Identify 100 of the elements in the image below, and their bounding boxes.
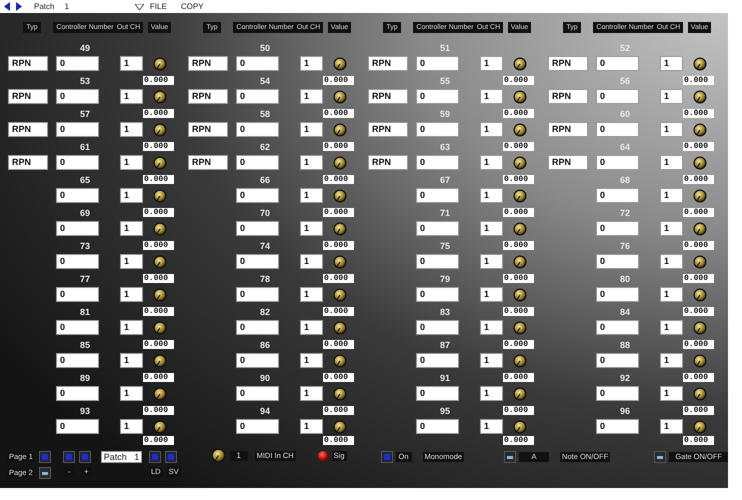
controller-number-field[interactable]: 0 bbox=[236, 254, 279, 269]
type-field[interactable]: RPN bbox=[8, 89, 48, 104]
controller-number-field[interactable]: 0 bbox=[416, 386, 459, 401]
controller-number-field[interactable]: 0 bbox=[416, 221, 459, 236]
type-field[interactable]: RPN bbox=[8, 122, 48, 137]
controller-number-field[interactable]: 0 bbox=[416, 353, 459, 368]
controller-number-field[interactable]: 0 bbox=[56, 353, 99, 368]
out-channel-field[interactable]: 1 bbox=[660, 221, 683, 236]
type-field[interactable]: RPN bbox=[548, 56, 588, 71]
controller-number-field[interactable]: 0 bbox=[56, 386, 99, 401]
controller-number-field[interactable]: 0 bbox=[236, 320, 279, 335]
out-channel-field[interactable]: 1 bbox=[120, 287, 143, 302]
out-channel-field[interactable]: 1 bbox=[300, 287, 323, 302]
menu-item[interactable]: FILE bbox=[150, 2, 167, 11]
out-channel-field[interactable]: 1 bbox=[480, 155, 503, 170]
controller-number-field[interactable]: 0 bbox=[56, 419, 99, 434]
controller-number-field[interactable]: 0 bbox=[416, 320, 459, 335]
type-field[interactable]: RPN bbox=[368, 122, 408, 137]
out-channel-field[interactable]: 1 bbox=[300, 56, 323, 71]
out-channel-field[interactable]: 1 bbox=[480, 320, 503, 335]
controller-number-field[interactable]: 0 bbox=[56, 122, 99, 137]
controller-number-field[interactable]: 0 bbox=[596, 320, 639, 335]
out-channel-field[interactable]: 1 bbox=[480, 122, 503, 137]
out-channel-field[interactable]: 1 bbox=[300, 320, 323, 335]
out-channel-field[interactable]: 1 bbox=[480, 287, 503, 302]
type-field[interactable]: RPN bbox=[368, 56, 408, 71]
controller-number-field[interactable]: 0 bbox=[416, 122, 459, 137]
out-channel-field[interactable]: 1 bbox=[120, 155, 143, 170]
out-channel-field[interactable]: 1 bbox=[120, 254, 143, 269]
out-channel-field[interactable]: 1 bbox=[300, 89, 323, 104]
out-channel-field[interactable]: 1 bbox=[120, 56, 143, 71]
out-channel-field[interactable]: 1 bbox=[480, 386, 503, 401]
out-channel-field[interactable]: 1 bbox=[300, 419, 323, 434]
out-channel-field[interactable]: 1 bbox=[660, 353, 683, 368]
controller-number-field[interactable]: 0 bbox=[596, 386, 639, 401]
controller-number-field[interactable]: 0 bbox=[596, 254, 639, 269]
out-channel-field[interactable]: 1 bbox=[480, 254, 503, 269]
out-channel-field[interactable]: 1 bbox=[120, 89, 143, 104]
controller-number-field[interactable]: 0 bbox=[56, 89, 99, 104]
out-channel-field[interactable]: 1 bbox=[300, 386, 323, 401]
controller-number-field[interactable]: 0 bbox=[416, 254, 459, 269]
controller-number-field[interactable]: 0 bbox=[236, 122, 279, 137]
controller-number-field[interactable]: 0 bbox=[596, 188, 639, 203]
controller-number-field[interactable]: 0 bbox=[416, 419, 459, 434]
out-channel-field[interactable]: 1 bbox=[480, 89, 503, 104]
out-channel-field[interactable]: 1 bbox=[300, 254, 323, 269]
out-channel-field[interactable]: 1 bbox=[660, 254, 683, 269]
out-channel-field[interactable]: 1 bbox=[660, 122, 683, 137]
controller-number-field[interactable]: 0 bbox=[416, 155, 459, 170]
controller-number-field[interactable]: 0 bbox=[596, 155, 639, 170]
controller-number-field[interactable]: 0 bbox=[236, 221, 279, 236]
out-channel-field[interactable]: 1 bbox=[300, 188, 323, 203]
out-channel-field[interactable]: 1 bbox=[120, 419, 143, 434]
controller-number-field[interactable]: 0 bbox=[56, 287, 99, 302]
out-channel-field[interactable]: 1 bbox=[120, 188, 143, 203]
out-channel-field[interactable]: 1 bbox=[480, 56, 503, 71]
out-channel-field[interactable]: 1 bbox=[120, 386, 143, 401]
controller-number-field[interactable]: 0 bbox=[596, 56, 639, 71]
controller-number-field[interactable]: 0 bbox=[596, 89, 639, 104]
controller-number-field[interactable]: 0 bbox=[56, 56, 99, 71]
controller-number-field[interactable]: 0 bbox=[236, 188, 279, 203]
controller-number-field[interactable]: 0 bbox=[416, 89, 459, 104]
controller-number-field[interactable]: 0 bbox=[236, 155, 279, 170]
controller-number-field[interactable]: 0 bbox=[596, 419, 639, 434]
type-field[interactable]: RPN bbox=[188, 155, 228, 170]
menu-item[interactable]: COPY bbox=[180, 2, 204, 11]
type-field[interactable]: RPN bbox=[188, 122, 228, 137]
controller-number-field[interactable]: 0 bbox=[236, 89, 279, 104]
type-field[interactable]: RPN bbox=[368, 89, 408, 104]
out-channel-field[interactable]: 1 bbox=[300, 155, 323, 170]
out-channel-field[interactable]: 1 bbox=[300, 221, 323, 236]
controller-number-field[interactable]: 0 bbox=[56, 221, 99, 236]
out-channel-field[interactable]: 1 bbox=[300, 122, 323, 137]
controller-number-field[interactable]: 0 bbox=[416, 287, 459, 302]
controller-number-field[interactable]: 0 bbox=[596, 221, 639, 236]
controller-number-field[interactable]: 0 bbox=[56, 254, 99, 269]
out-channel-field[interactable]: 1 bbox=[660, 287, 683, 302]
controller-number-field[interactable]: 0 bbox=[236, 419, 279, 434]
controller-number-field[interactable]: 0 bbox=[56, 320, 99, 335]
out-channel-field[interactable]: 1 bbox=[120, 122, 143, 137]
type-field[interactable]: RPN bbox=[548, 89, 588, 104]
controller-number-field[interactable]: 0 bbox=[236, 287, 279, 302]
controller-number-field[interactable]: 0 bbox=[416, 188, 459, 203]
controller-number-field[interactable]: 0 bbox=[416, 56, 459, 71]
controller-number-field[interactable]: 0 bbox=[596, 287, 639, 302]
out-channel-field[interactable]: 1 bbox=[660, 56, 683, 71]
out-channel-field[interactable]: 1 bbox=[660, 155, 683, 170]
out-channel-field[interactable]: 1 bbox=[660, 188, 683, 203]
out-channel-field[interactable]: 1 bbox=[660, 89, 683, 104]
type-field[interactable]: RPN bbox=[188, 56, 228, 71]
type-field[interactable]: RPN bbox=[368, 155, 408, 170]
controller-number-field[interactable]: 0 bbox=[56, 188, 99, 203]
type-field[interactable]: RPN bbox=[8, 56, 48, 71]
controller-number-field[interactable]: 0 bbox=[56, 155, 99, 170]
out-channel-field[interactable]: 1 bbox=[480, 188, 503, 203]
type-field[interactable]: RPN bbox=[8, 155, 48, 170]
controller-number-field[interactable]: 0 bbox=[236, 353, 279, 368]
controller-number-field[interactable]: 0 bbox=[236, 386, 279, 401]
controller-number-field[interactable]: 0 bbox=[596, 353, 639, 368]
type-field[interactable]: RPN bbox=[188, 89, 228, 104]
